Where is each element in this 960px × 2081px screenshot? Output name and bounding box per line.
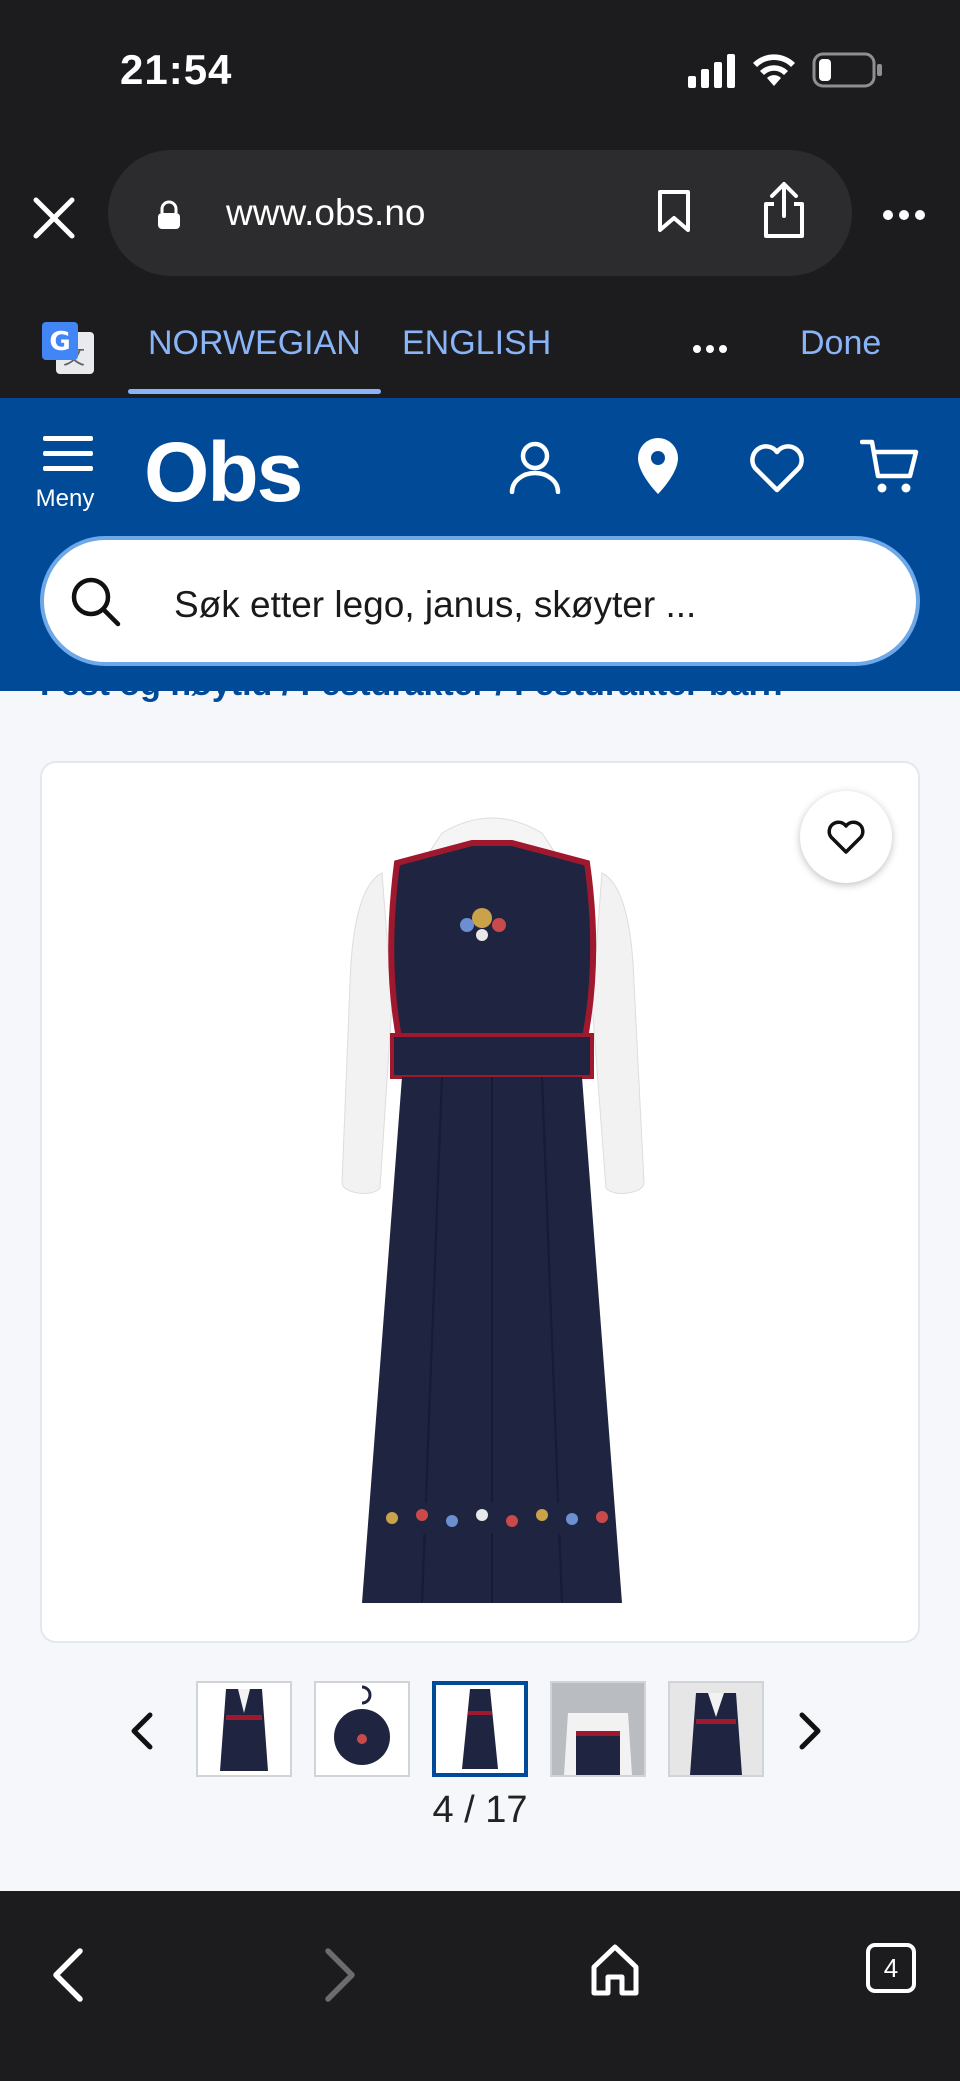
tab-english[interactable]: ENGLISH: [402, 324, 551, 363]
browser-url-row: www.obs.no: [0, 140, 960, 280]
thumbnail-4[interactable]: [550, 1681, 646, 1777]
product-image: [341, 817, 645, 1604]
chevron-right-icon[interactable]: [798, 1711, 824, 1751]
signal-icon: [688, 54, 735, 88]
bookmark-icon[interactable]: [656, 188, 692, 234]
forward-icon: [325, 1948, 355, 2002]
menu-label: Meny: [35, 485, 95, 512]
heart-icon[interactable]: [748, 442, 806, 494]
status-time: 21:54: [120, 46, 233, 93]
home-icon[interactable]: [590, 1943, 640, 1997]
tabs-button[interactable]: 4: [866, 1943, 916, 1993]
product-image-card[interactable]: [40, 761, 920, 1643]
thumbnail-2[interactable]: [314, 1681, 410, 1777]
obs-logo[interactable]: Obs: [144, 424, 303, 521]
tab-norwegian-label: NORWEGIAN: [148, 324, 361, 362]
menu-button[interactable]: Meny: [36, 436, 98, 513]
browser-bottom-bar: 4: [0, 1891, 960, 2081]
more-icon[interactable]: [882, 208, 926, 222]
url-text[interactable]: www.obs.no: [226, 192, 426, 234]
location-pin-icon[interactable]: [636, 436, 680, 496]
close-icon[interactable]: [26, 190, 82, 246]
done-button[interactable]: Done: [800, 324, 881, 363]
thumbnail-5[interactable]: [668, 1681, 764, 1777]
back-icon[interactable]: [48, 1947, 88, 2003]
svg-text:G: G: [49, 327, 70, 357]
translate-more-icon[interactable]: [692, 344, 728, 354]
status-bar: 21:54: [0, 0, 960, 140]
google-translate-icon: 文 G: [42, 322, 94, 374]
thumbnail-1[interactable]: [196, 1681, 292, 1777]
site-header: Meny Obs Søk etter lego, janus, skøyter …: [0, 398, 960, 691]
heart-icon: [827, 820, 865, 854]
thumbnail-image: [436, 1685, 524, 1773]
lock-icon: [158, 200, 180, 229]
thumbnail-image: [670, 1683, 762, 1775]
translate-bar: 文 G NORWEGIAN ENGLISH Done: [0, 280, 960, 398]
tab-active-indicator: [128, 389, 381, 394]
user-icon[interactable]: [508, 440, 562, 494]
battery-icon: [812, 52, 882, 88]
wifi-icon: [753, 54, 795, 86]
thumbnail-image: [316, 1683, 408, 1775]
product-page: Fest og høytid / Festdrakter / Festdrakt…: [0, 691, 960, 1891]
gallery-counter: 4 / 17: [432, 1789, 528, 1831]
thumbnail-image: [198, 1683, 290, 1775]
share-icon[interactable]: [760, 180, 808, 240]
breadcrumb[interactable]: Fest og høytid / Festdrakter / Festdrakt…: [40, 691, 783, 704]
thumbnail-strip: [0, 1681, 960, 1781]
thumbnail-image: [552, 1683, 644, 1775]
hamburger-icon: [43, 436, 93, 471]
address-bar[interactable]: www.obs.no: [108, 150, 852, 276]
chevron-left-icon[interactable]: [128, 1711, 154, 1751]
search-placeholder: Søk etter lego, janus, skøyter ...: [174, 584, 697, 625]
favorite-button[interactable]: [800, 791, 892, 883]
thumbnail-3[interactable]: [432, 1681, 528, 1777]
cart-icon[interactable]: [860, 438, 920, 496]
tab-norwegian[interactable]: NORWEGIAN: [128, 324, 381, 396]
search-input[interactable]: Søk etter lego, janus, skøyter ...: [40, 536, 920, 666]
search-icon: [71, 577, 121, 627]
